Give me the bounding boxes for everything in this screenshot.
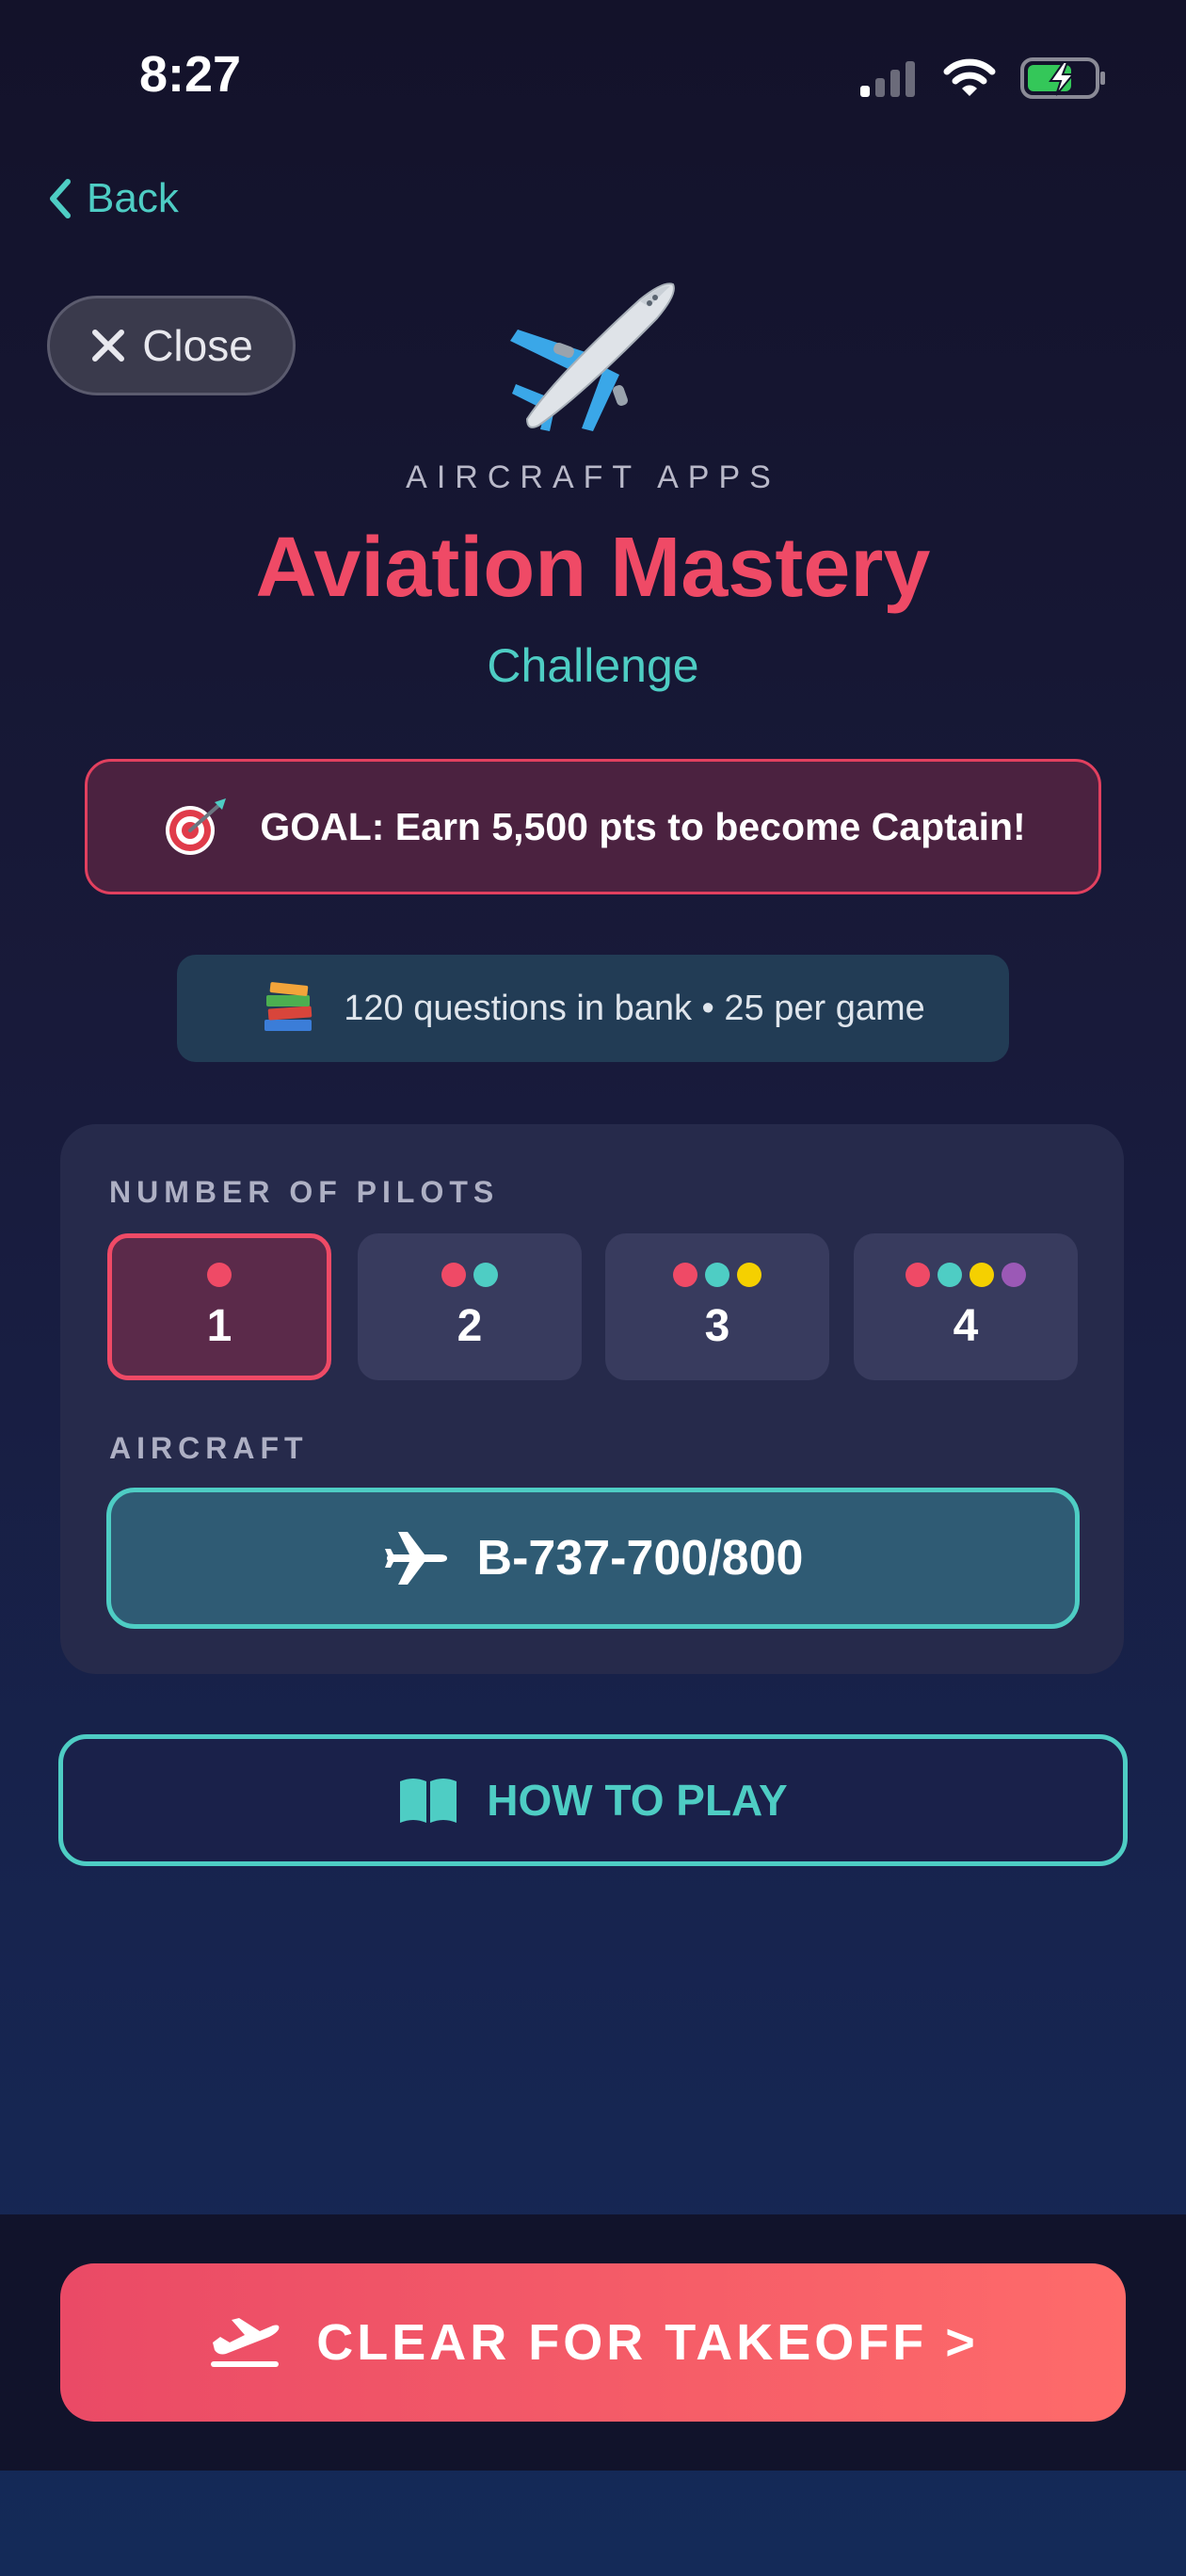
status-bar: 8:27 [0, 0, 1186, 151]
pilot-option-3[interactable]: 3 [605, 1233, 829, 1380]
aircraft-selector-button[interactable]: B-737-700/800 [106, 1488, 1080, 1629]
wifi-icon [943, 58, 996, 96]
clear-for-takeoff-button[interactable]: CLEAR FOR TAKEOFF > [60, 2263, 1126, 2422]
status-time: 8:27 [139, 46, 242, 103]
pilot-dots [906, 1262, 1026, 1287]
pilot-dot-teal [938, 1262, 962, 1287]
pilots-section-label: NUMBER OF PILOTS [109, 1175, 500, 1209]
status-icons [858, 56, 1107, 100]
pilot-dot-red [207, 1262, 232, 1287]
back-link[interactable]: Back [47, 175, 179, 222]
brand-label: AIRCRAFT APPS [406, 459, 780, 495]
pilot-option-2[interactable]: 2 [358, 1233, 582, 1380]
chevron-left-icon [50, 179, 71, 218]
goal-text: GOAL: Earn 5,500 pts to become Captain! [260, 804, 1026, 848]
close-button[interactable]: Close [47, 296, 296, 395]
pilot-dots [207, 1262, 232, 1287]
signal-icon [860, 61, 915, 97]
airplane-emoji-icon [510, 282, 675, 431]
pilot-dot-red [441, 1262, 466, 1287]
pilot-dot-teal [705, 1262, 729, 1287]
pilot-dot-yellow [737, 1262, 761, 1287]
pilot-option-label: 1 [206, 1300, 232, 1351]
pilot-dot-red [673, 1262, 697, 1287]
aircraft-value: B-737-700/800 [476, 1531, 804, 1586]
pilot-dot-yellow [970, 1262, 994, 1287]
battery-charging-icon [1020, 57, 1105, 99]
pilot-dots [673, 1262, 761, 1287]
open-book-icon [400, 1779, 457, 1823]
aircraft-section-label: AIRCRAFT [109, 1431, 309, 1465]
pilot-option-label: 3 [704, 1300, 730, 1351]
how-to-play-button[interactable]: HOW TO PLAY [58, 1734, 1128, 1866]
question-bank-info: 120 questions in bank • 25 per game [177, 955, 1009, 1062]
close-icon [92, 330, 125, 362]
clear-for-takeoff-label: CLEAR FOR TAKEOFF > [316, 2314, 979, 2371]
how-to-play-label: HOW TO PLAY [487, 1776, 788, 1825]
pilot-dot-red [906, 1262, 930, 1287]
goal-banner: GOAL: Earn 5,500 pts to become Captain! [85, 759, 1101, 894]
pilot-dot-purple [1002, 1262, 1026, 1287]
pilot-option-4[interactable]: 4 [854, 1233, 1078, 1380]
page-title: Aviation Mastery [255, 521, 931, 615]
pilot-option-1[interactable]: 1 [107, 1233, 331, 1380]
question-bank-text: 120 questions in bank • 25 per game [344, 988, 925, 1028]
back-label: Back [87, 175, 179, 221]
close-label: Close [142, 321, 253, 370]
airplane-icon [384, 1532, 447, 1585]
pilot-option-label: 2 [457, 1300, 483, 1351]
books-icon [264, 982, 313, 1031]
pilot-dot-teal [473, 1262, 498, 1287]
pilot-option-label: 4 [953, 1300, 979, 1351]
target-icon [166, 798, 227, 855]
plane-departure-icon [211, 2318, 280, 2367]
pilot-dots [441, 1262, 498, 1287]
page-subtitle: Challenge [487, 639, 699, 692]
